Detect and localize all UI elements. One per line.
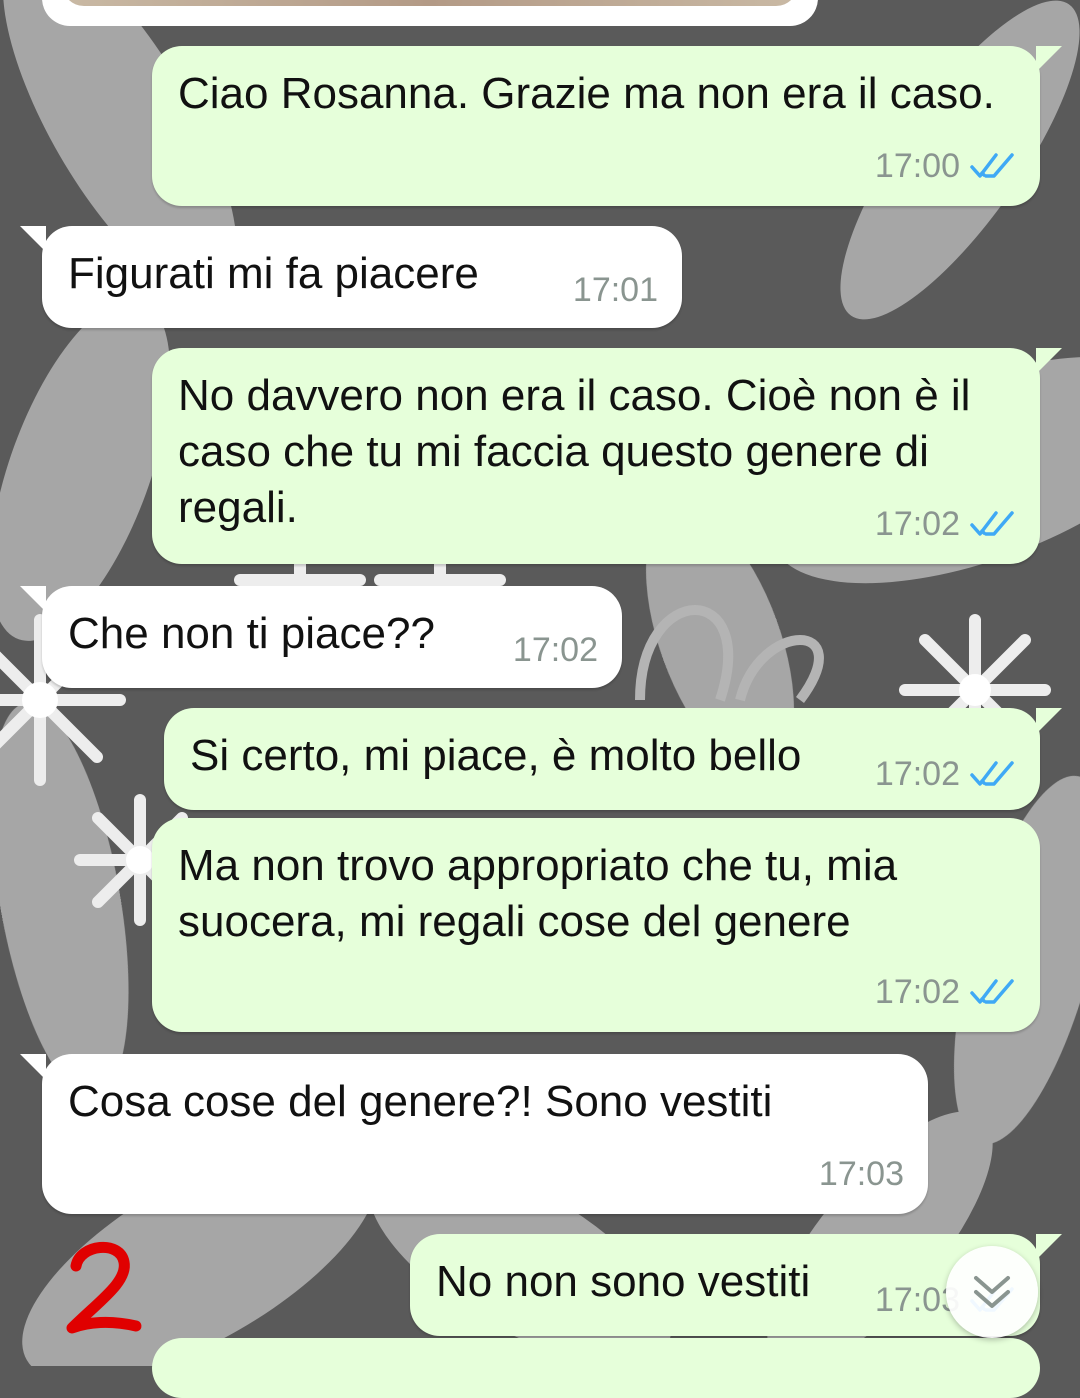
message-time: 17:03 — [818, 1155, 904, 1193]
message-time: 17:02 — [512, 631, 598, 669]
message-incoming[interactable]: Cosa cose del genere?! Sono vestiti 17:0… — [20, 1054, 928, 1214]
message-time: 17:00 — [874, 147, 960, 185]
double-check-read-icon — [970, 153, 1014, 178]
message-time: 17:02 — [874, 755, 960, 793]
message-outgoing[interactable]: Ma non trovo appropriato che tu, mia suo… — [152, 818, 1040, 1032]
scroll-to-bottom-button[interactable] — [946, 1246, 1038, 1338]
double-check-read-icon — [970, 511, 1014, 536]
previous-message-image[interactable] — [62, 0, 798, 6]
message-incoming[interactable]: Figurati mi fa piacere 17:01 — [20, 226, 682, 328]
double-check-read-icon — [970, 761, 1014, 786]
chevron-double-down-icon — [974, 1276, 1010, 1308]
message-text: Figurati mi fa piacere — [68, 249, 479, 298]
annotation-number: 2 — [66, 1242, 142, 1334]
message-outgoing[interactable]: Ciao Rosanna. Grazie ma non era il caso.… — [152, 46, 1062, 206]
message-time: 17:02 — [874, 505, 960, 543]
message-time: 17:02 — [874, 973, 960, 1011]
previous-message-bubble[interactable] — [42, 0, 818, 26]
message-outgoing[interactable]: Si certo, mi piace, è molto bello 17:02 — [164, 708, 1062, 810]
message-incoming[interactable]: Che non ti piace?? 17:02 — [20, 586, 622, 688]
next-message-bubble[interactable] — [152, 1338, 1040, 1398]
message-time: 17:01 — [572, 271, 658, 309]
message-text: Cosa cose del genere?! Sono vestiti — [68, 1077, 773, 1126]
message-outgoing[interactable]: No davvero non era il caso. Cioè non è i… — [152, 348, 1062, 564]
message-text: Ciao Rosanna. Grazie ma non era il caso. — [178, 69, 995, 118]
message-text: Ma non trovo appropriato che tu, mia suo… — [178, 841, 910, 946]
double-check-read-icon — [970, 979, 1014, 1004]
